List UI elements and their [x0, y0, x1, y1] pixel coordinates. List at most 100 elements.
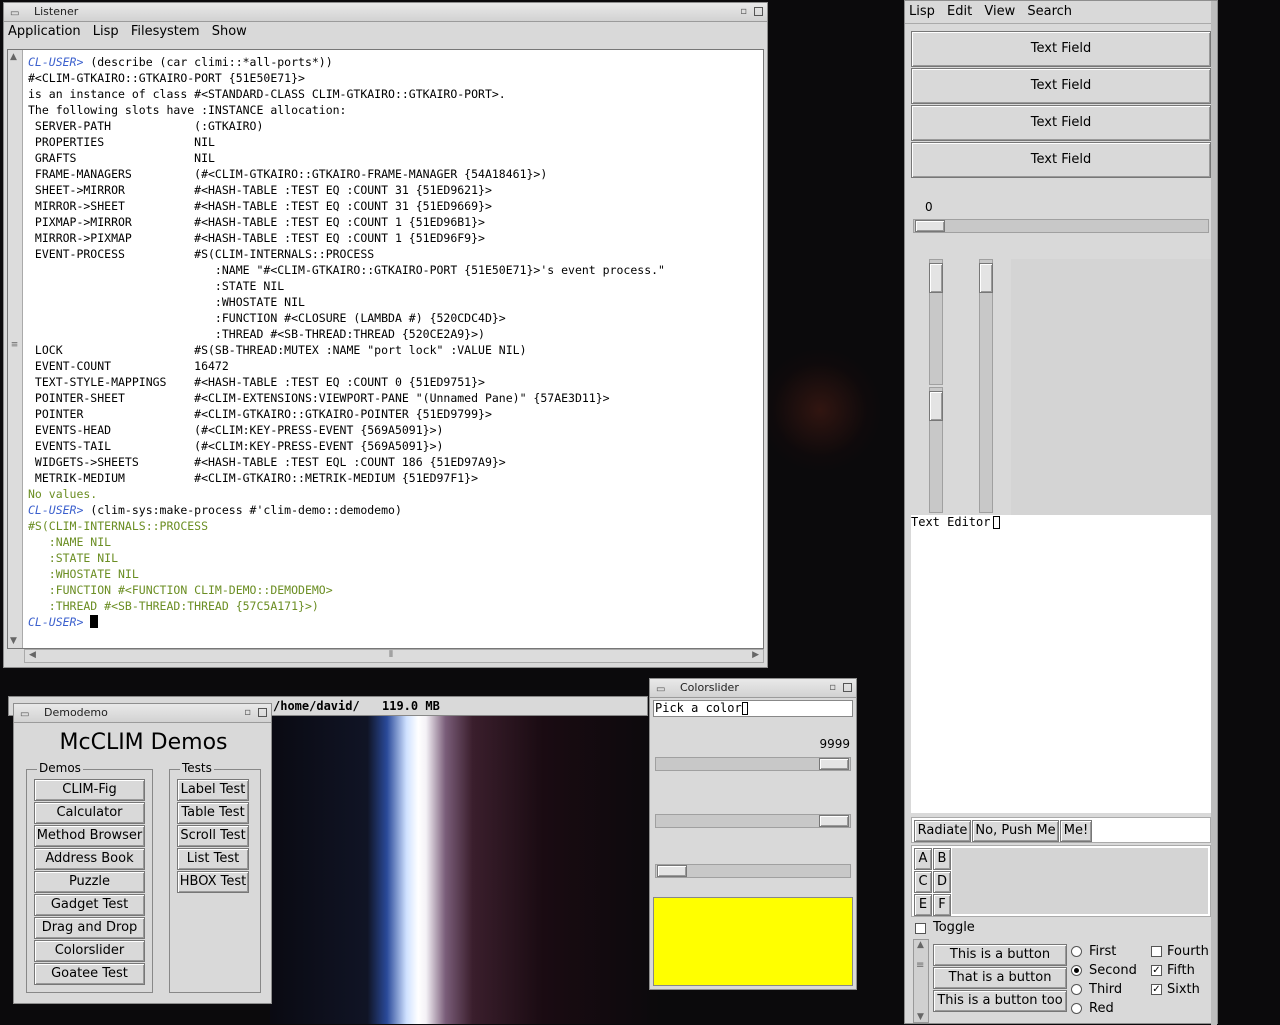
lower-vscroll[interactable]: ▲ ≡ ▼: [913, 939, 929, 1023]
minimize-icon[interactable]: ▫: [244, 704, 251, 722]
grid-button-a[interactable]: A: [914, 848, 932, 870]
colorslider-titlebar[interactable]: ▭ Colorslider ▫: [650, 679, 856, 698]
tests-group-label: Tests: [180, 761, 214, 775]
checkbox-checked-icon[interactable]: ✓: [1151, 984, 1162, 995]
color-input-field[interactable]: Pick a color: [653, 700, 853, 717]
listener-line-text: :NAME "#<CLIM-GTKAIRO::GTKAIRO-PORT {51E…: [28, 263, 665, 277]
me-button[interactable]: Me!: [1060, 820, 1092, 842]
listener-text[interactable]: CL-USER> (describe (car climi::*all-port…: [28, 54, 758, 630]
text-field-2[interactable]: Text Field: [911, 68, 1211, 104]
toggle-label: Toggle: [933, 920, 975, 935]
window-menu-icon[interactable]: ▭: [10, 5, 19, 23]
demo-button-8[interactable]: Goatee Test: [34, 963, 145, 985]
maximize-icon[interactable]: [754, 7, 763, 16]
no-push-me-button[interactable]: No, Push Me: [972, 820, 1059, 842]
listener-menubar: Application Lisp Filesystem Show: [4, 22, 767, 42]
radio-unchecked-icon[interactable]: [1071, 1003, 1082, 1014]
maximize-icon[interactable]: [843, 683, 852, 692]
text-field-4[interactable]: Text Field: [911, 142, 1211, 178]
window-menu-icon[interactable]: ▭: [20, 706, 29, 724]
demo-button-7[interactable]: Colorslider: [34, 940, 145, 962]
window-menu-icon[interactable]: ▭: [656, 681, 665, 699]
menu-edit[interactable]: Edit: [947, 4, 972, 19]
demo-button-3[interactable]: Address Book: [34, 848, 145, 870]
demo-button-1[interactable]: Calculator: [34, 802, 145, 824]
menu-lisp[interactable]: Lisp: [909, 4, 935, 19]
checkbox-checked-icon[interactable]: ✓: [1151, 965, 1162, 976]
menu-application[interactable]: Application: [8, 24, 81, 39]
radiate-button[interactable]: Radiate: [914, 820, 971, 842]
text-editor-content: Text Editor: [911, 515, 991, 529]
checkbox-unchecked-icon[interactable]: [1151, 946, 1162, 957]
hscroll-right-icon[interactable]: ▶: [752, 650, 759, 660]
menu-lisp[interactable]: Lisp: [93, 24, 119, 39]
listener-titlebar[interactable]: ▭ Listener ▫: [4, 3, 767, 22]
checkbox-option[interactable]: ✓ Sixth: [1145, 981, 1213, 1000]
horizontal-slider-knob[interactable]: [915, 220, 945, 232]
demo-button-4[interactable]: Puzzle: [34, 871, 145, 893]
radio-option[interactable]: Second: [1069, 962, 1145, 981]
horizontal-slider[interactable]: [913, 219, 1209, 233]
that-is-a-button[interactable]: That is a button: [933, 967, 1067, 989]
checkbox-option[interactable]: ✓ Fifth: [1145, 962, 1213, 981]
text-editor[interactable]: Text Editor: [911, 515, 1211, 813]
blue-slider-knob[interactable]: [657, 865, 687, 877]
green-slider-knob[interactable]: [819, 815, 849, 827]
grid-button-f[interactable]: F: [933, 894, 951, 916]
toggle-checkbox[interactable]: [915, 923, 926, 934]
minimize-icon[interactable]: ▫: [740, 3, 747, 21]
demo-button-6[interactable]: Drag and Drop: [34, 917, 145, 939]
menu-show[interactable]: Show: [212, 24, 247, 39]
test-button-4[interactable]: HBOX Test: [177, 871, 249, 893]
vertical-slider-1-knob[interactable]: [929, 263, 943, 293]
radio-option[interactable]: First: [1069, 943, 1145, 962]
demodemo-titlebar[interactable]: ▭ Demodemo ▫: [14, 704, 271, 723]
demo-button-5[interactable]: Gadget Test: [34, 894, 145, 916]
menu-filesystem[interactable]: Filesystem: [131, 24, 200, 39]
this-is-a-button-too[interactable]: This is a button too: [933, 990, 1067, 1012]
scroll-down-icon[interactable]: ▼: [917, 1012, 924, 1022]
menu-search[interactable]: Search: [1027, 4, 1072, 19]
listener-window: ▭ Listener ▫ Application Lisp Filesystem…: [3, 2, 768, 668]
red-slider-knob[interactable]: [819, 758, 849, 770]
checkbox-option[interactable]: Fourth: [1145, 943, 1213, 962]
listener-line: POINTER #<CLIM-GTKAIRO::GTKAIRO-POINTER …: [28, 406, 758, 422]
this-is-a-button[interactable]: This is a button: [933, 944, 1067, 966]
test-button-0[interactable]: Label Test: [177, 779, 249, 801]
test-button-2[interactable]: Scroll Test: [177, 825, 249, 847]
vertical-slider-2[interactable]: [979, 259, 993, 513]
vertical-slider-2-knob[interactable]: [979, 263, 993, 293]
test-button-3[interactable]: List Test: [177, 848, 249, 870]
grid-button-d[interactable]: D: [933, 871, 951, 893]
scroll-thumb[interactable]: ≡: [916, 960, 924, 971]
scroll-down-icon[interactable]: ▼: [10, 636, 17, 646]
minimize-icon[interactable]: ▫: [829, 679, 836, 697]
vertical-slider-3-knob[interactable]: [929, 391, 943, 421]
grid-grey-area: [952, 848, 1208, 914]
listener-line-text: :NAME NIL: [28, 535, 112, 549]
maximize-icon[interactable]: [258, 708, 267, 717]
test-button-1[interactable]: Table Test: [177, 802, 249, 824]
scroll-thumb[interactable]: ≡: [9, 340, 20, 354]
grid-button-b[interactable]: B: [933, 848, 951, 870]
grid-button-c[interactable]: C: [914, 871, 932, 893]
text-field-3[interactable]: Text Field: [911, 105, 1211, 141]
scroll-up-icon[interactable]: ▲: [917, 940, 924, 950]
text-field-1[interactable]: Text Field: [911, 31, 1211, 67]
listener-line: EVENT-PROCESS #S(CLIM-INTERNALS::PROCESS: [28, 246, 758, 262]
listener-hscroll[interactable]: ◀ ⦀ ▶: [24, 649, 764, 663]
scroll-up-icon[interactable]: ▲: [10, 52, 17, 62]
hscroll-left-icon[interactable]: ◀: [29, 650, 36, 660]
radio-unchecked-icon[interactable]: [1071, 946, 1082, 957]
grid-button-e[interactable]: E: [914, 894, 932, 916]
hscroll-thumb[interactable]: ⦀: [389, 650, 393, 660]
menu-view[interactable]: View: [984, 4, 1015, 19]
radio-option[interactable]: Red: [1069, 1000, 1145, 1019]
demo-button-0[interactable]: CLIM-Fig: [34, 779, 145, 801]
radio-option[interactable]: Third: [1069, 981, 1145, 1000]
check-box-group: Fourth ✓ Fifth ✓ Sixth: [1145, 943, 1213, 1023]
radio-checked-icon[interactable]: [1071, 965, 1082, 976]
radio-unchecked-icon[interactable]: [1071, 984, 1082, 995]
demo-button-2[interactable]: Method Browser: [34, 825, 145, 847]
listener-vscroll[interactable]: ▲ ≡ ▼: [8, 50, 23, 648]
